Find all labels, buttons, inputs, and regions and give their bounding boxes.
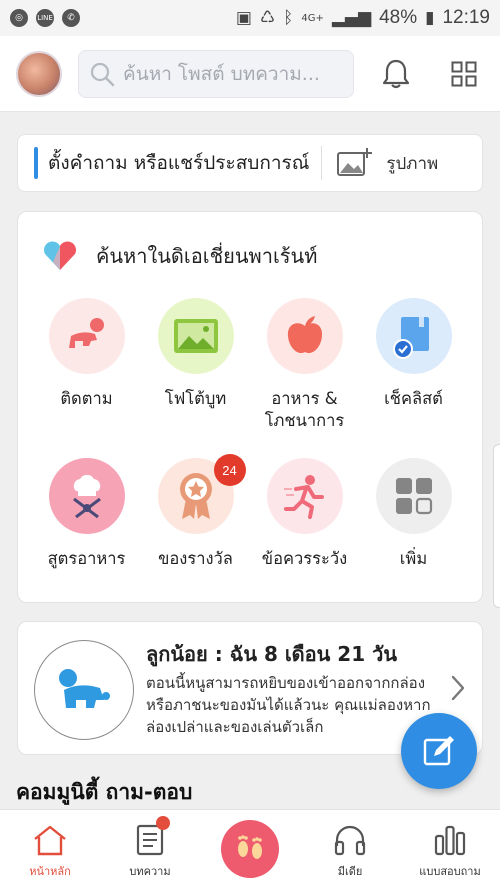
category-icon-bg: 24 xyxy=(157,454,246,534)
grid-icon xyxy=(451,61,477,86)
bottom-nav: หน้าหลัก บทความ มีเดีย แบบสอบถาม xyxy=(0,809,500,889)
bell-icon xyxy=(382,59,410,88)
recycle-icon: ♺ xyxy=(259,8,276,28)
ask-accent-bar xyxy=(34,147,38,179)
category-icon-bg xyxy=(157,298,234,374)
award-icon xyxy=(179,473,212,519)
nav-label: แบบสอบถาม xyxy=(419,865,481,878)
category-checklist[interactable]: เช็คลิสต์ xyxy=(359,298,468,446)
instagram-icon: ◎ xyxy=(10,9,28,27)
battery-saver-icon: ▣ xyxy=(235,8,252,28)
category-follow[interactable]: ติดตาม xyxy=(32,298,141,446)
baby-age-title: ลูกน้อย : ฉัน 8 เดือน 21 วัน xyxy=(146,642,397,666)
notification-dot xyxy=(156,816,170,830)
category-icon-bg xyxy=(48,298,125,374)
signal-icon: ▂▄▆ xyxy=(331,8,372,28)
battery-icon: ▮ xyxy=(425,8,435,28)
category-icon-bg xyxy=(375,458,452,534)
search-icon xyxy=(90,62,115,86)
category-label: อาหาร & โภชนาการ xyxy=(264,389,345,430)
nav-footprints[interactable] xyxy=(200,810,300,889)
avatar[interactable] xyxy=(16,50,62,97)
photo-label: รูปภาพ xyxy=(386,153,439,174)
more-grid-icon xyxy=(395,478,432,515)
home-icon xyxy=(34,825,66,856)
app-header: ค้นหา โพสต์ บทความ... xyxy=(0,36,500,112)
apple-icon xyxy=(287,316,322,354)
category-food-nutrition[interactable]: อาหาร & โภชนาการ xyxy=(250,298,359,446)
status-bar: ◎ LINE ✆ ▣ ♺ ᛒ 4G+ ▂▄▆ 48% ▮ 12:19 xyxy=(0,0,500,36)
headphones-icon xyxy=(334,825,366,856)
nav-articles[interactable]: บทความ xyxy=(100,810,200,889)
notification-button[interactable] xyxy=(376,54,416,94)
running-person-icon xyxy=(283,475,324,519)
phone-icon: ✆ xyxy=(62,9,80,27)
nav-poll[interactable]: แบบสอบถาม xyxy=(400,810,500,889)
category-icon-bg xyxy=(48,458,125,534)
ask-question-card[interactable]: ตั้งคำถาม หรือแชร์ประสบการณ์ รูปภาพ xyxy=(17,134,483,192)
explore-title-row: ค้นหาในดิเอเชี่ยนพาเร้นท์ xyxy=(42,240,317,272)
nav-label: มีเดีย xyxy=(337,865,363,878)
status-right-icons: ▣ ♺ ᛒ 4G+ ▂▄▆ 48% ▮ 12:19 xyxy=(236,7,490,29)
baby-description: ตอนนี้หนูสามารถหยิบของเข้าออกจากกล่องหรื… xyxy=(146,674,431,736)
category-photobooth[interactable]: โฟโต้บูท xyxy=(141,298,250,446)
battery-percent: 48% xyxy=(379,7,418,28)
checklist-icon xyxy=(392,317,429,359)
add-photo-icon xyxy=(337,148,373,176)
heart-logo-icon xyxy=(44,241,76,270)
add-photo-button[interactable]: รูปภาพ xyxy=(336,147,438,179)
nav-label: หน้าหลัก xyxy=(29,865,71,878)
ask-divider xyxy=(321,146,323,180)
edit-icon xyxy=(423,736,454,766)
category-label: เพิ่ม xyxy=(399,549,428,568)
category-rewards[interactable]: 24 ของรางวัล xyxy=(141,454,250,606)
rewards-badge: 24 xyxy=(213,454,246,486)
menu-grid-button[interactable] xyxy=(444,54,484,94)
category-label: สูตรอาหาร xyxy=(47,549,126,568)
category-label: ของรางวัล xyxy=(158,549,233,568)
poll-icon xyxy=(434,825,466,856)
explore-title: ค้นหาในดิเอเชี่ยนพาเร้นท์ xyxy=(96,244,318,268)
search-placeholder: ค้นหา โพสต์ บทความ... xyxy=(123,62,320,85)
category-label: เช็คลิสต์ xyxy=(384,389,443,408)
category-icon-bg xyxy=(375,298,452,374)
baby-icon-frame xyxy=(34,640,134,740)
category-label: ข้อควรระวัง xyxy=(261,549,348,568)
crawling-baby-icon xyxy=(68,318,104,348)
line-icon: LINE xyxy=(36,9,54,27)
category-icon-bg xyxy=(266,298,343,374)
category-icon-bg xyxy=(266,458,343,534)
bluetooth-icon: ᛒ xyxy=(283,8,294,28)
compose-post-button[interactable] xyxy=(401,713,477,789)
chevron-right-icon[interactable] xyxy=(450,674,466,702)
category-grid: ติดตาม โฟโต้บูท อาหาร & โภชนาการ เช็คลิส… xyxy=(32,298,468,606)
nav-media[interactable]: มีเดีย xyxy=(300,810,400,889)
category-label: ติดตาม xyxy=(60,389,113,408)
footprints-button[interactable] xyxy=(221,820,279,878)
ask-prompt[interactable]: ตั้งคำถาม หรือแชร์ประสบการณ์ xyxy=(48,148,309,178)
clock: 12:19 xyxy=(442,7,490,28)
chef-icon xyxy=(72,474,101,519)
category-more[interactable]: เพิ่ม xyxy=(359,458,468,606)
nav-home[interactable]: หน้าหลัก xyxy=(0,810,100,889)
category-recipes[interactable]: สูตรอาหาร xyxy=(32,458,141,606)
nav-label: บทความ xyxy=(129,865,171,878)
network-type: 4G+ xyxy=(301,12,324,24)
photo-icon xyxy=(173,319,218,353)
status-left-icons: ◎ LINE ✆ xyxy=(10,9,80,27)
community-section-title: คอมมูนิตี้ ถาม-ตอบ xyxy=(16,780,193,804)
side-drawer-handle[interactable] xyxy=(493,444,500,608)
footprints-icon xyxy=(238,835,262,859)
category-precautions[interactable]: ข้อควรระวัง xyxy=(250,458,359,606)
category-label: โฟโต้บูท xyxy=(164,389,227,408)
crawling-baby-icon xyxy=(59,669,110,708)
explore-card: ค้นหาในดิเอเชี่ยนพาเร้นท์ ติดตาม โฟโต้บู… xyxy=(17,211,483,603)
search-input[interactable]: ค้นหา โพสต์ บทความ... xyxy=(78,49,354,98)
